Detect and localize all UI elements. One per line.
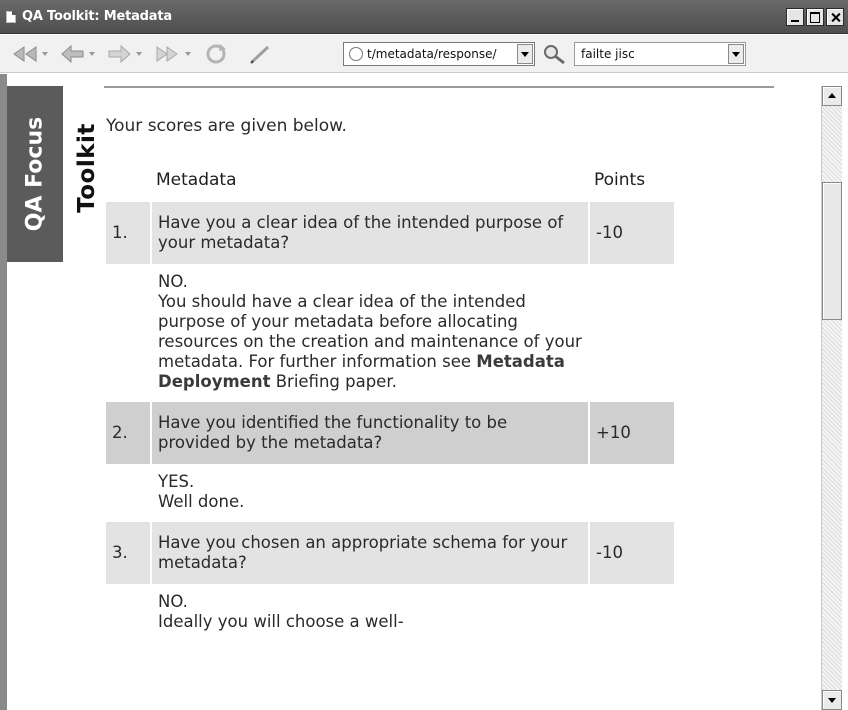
maximize-button[interactable] <box>806 8 824 26</box>
right-arrow-icon <box>108 44 131 64</box>
question-number: 1. <box>106 202 150 264</box>
search-field[interactable]: failte jisc <box>574 42 746 66</box>
answer-tail: Briefing paper. <box>275 372 397 391</box>
window-title: QA Toolkit: Metadata <box>22 9 172 24</box>
forward-button[interactable] <box>106 43 134 65</box>
question-points: -10 <box>590 202 674 264</box>
page-icon <box>349 47 363 61</box>
minimize-button[interactable] <box>786 8 804 26</box>
back-dropdown-icon[interactable] <box>42 52 48 56</box>
intro-text: Your scores are given below. <box>106 116 347 136</box>
toolkit-heading: Toolkit <box>70 88 104 248</box>
stop-button[interactable] <box>246 43 274 65</box>
qa-focus-label: QA Focus <box>22 116 48 232</box>
reload-icon <box>206 44 226 64</box>
search-dropdown-button[interactable] <box>728 44 744 64</box>
vertical-scrollbar[interactable] <box>821 86 842 710</box>
back-button[interactable] <box>12 43 40 65</box>
question-text: Have you a clear idea of the intended pu… <box>152 202 588 264</box>
reload-button[interactable] <box>202 43 230 65</box>
magnifier-icon <box>544 45 565 65</box>
question-row: 1. Have you a clear idea of the intended… <box>106 202 674 264</box>
previous-button[interactable] <box>58 43 86 65</box>
question-points: +10 <box>590 402 674 464</box>
answer-cell: NO. You should have a clear idea of the … <box>152 266 588 400</box>
question-text: Have you identified the functionality to… <box>152 402 588 464</box>
search-button[interactable] <box>540 43 570 65</box>
answer-head: NO. <box>158 272 188 291</box>
answer-head: NO. <box>158 592 188 611</box>
scores-table: Metadata Points 1. Have you a clear idea… <box>104 160 676 642</box>
forward-double-arrow-icon <box>156 46 178 62</box>
next-dropdown-icon[interactable] <box>185 52 191 56</box>
pen-icon <box>250 45 270 64</box>
answer-row: NO. You should have a clear idea of the … <box>106 266 674 400</box>
question-points: -10 <box>590 522 674 584</box>
answer-head: YES. <box>158 472 195 491</box>
question-number: 2. <box>106 402 150 464</box>
metadata-header: Metadata <box>156 170 237 190</box>
answer-cell: NO. Ideally you will choose a well- <box>152 586 588 640</box>
search-input[interactable]: failte jisc <box>581 47 728 61</box>
address-input[interactable]: t/metadata/response/ <box>367 47 517 61</box>
toolbar: t/metadata/response/ failte jisc <box>0 35 848 73</box>
answer-cell: YES. Well done. <box>152 466 588 520</box>
close-button[interactable] <box>826 8 844 26</box>
table-header-row: Metadata Points <box>106 162 674 200</box>
answer-row: NO. Ideally you will choose a well- <box>106 586 674 640</box>
question-row: 2. Have you identified the functionality… <box>106 402 674 464</box>
next-button[interactable] <box>153 43 181 65</box>
scroll-thumb[interactable] <box>822 182 842 320</box>
qa-focus-banner[interactable]: QA Focus <box>7 86 63 262</box>
previous-dropdown-icon[interactable] <box>89 52 95 56</box>
scroll-down-button[interactable] <box>822 690 842 710</box>
address-dropdown-button[interactable] <box>517 44 533 64</box>
question-row: 3. Have you chosen an appropriate schema… <box>106 522 674 584</box>
address-bar[interactable]: t/metadata/response/ <box>343 42 535 66</box>
question-text: Have you chosen an appropriate schema fo… <box>152 522 588 584</box>
scroll-up-button[interactable] <box>822 86 842 106</box>
document-icon <box>6 11 16 23</box>
top-divider <box>104 86 774 88</box>
forward-dropdown-icon[interactable] <box>136 52 142 56</box>
answer-body: Ideally you will choose a well- <box>158 612 404 631</box>
number-header <box>106 162 150 200</box>
frame-border <box>0 74 7 710</box>
toolkit-label: Toolkit <box>74 123 100 213</box>
back-double-arrow-icon <box>13 46 37 62</box>
left-arrow-icon <box>61 44 84 64</box>
title-bar: QA Toolkit: Metadata <box>0 0 848 34</box>
question-number: 3. <box>106 522 150 584</box>
window-controls <box>786 8 844 26</box>
points-header: Points <box>594 170 646 190</box>
answer-body: Well done. <box>158 492 245 511</box>
answer-row: YES. Well done. <box>106 466 674 520</box>
